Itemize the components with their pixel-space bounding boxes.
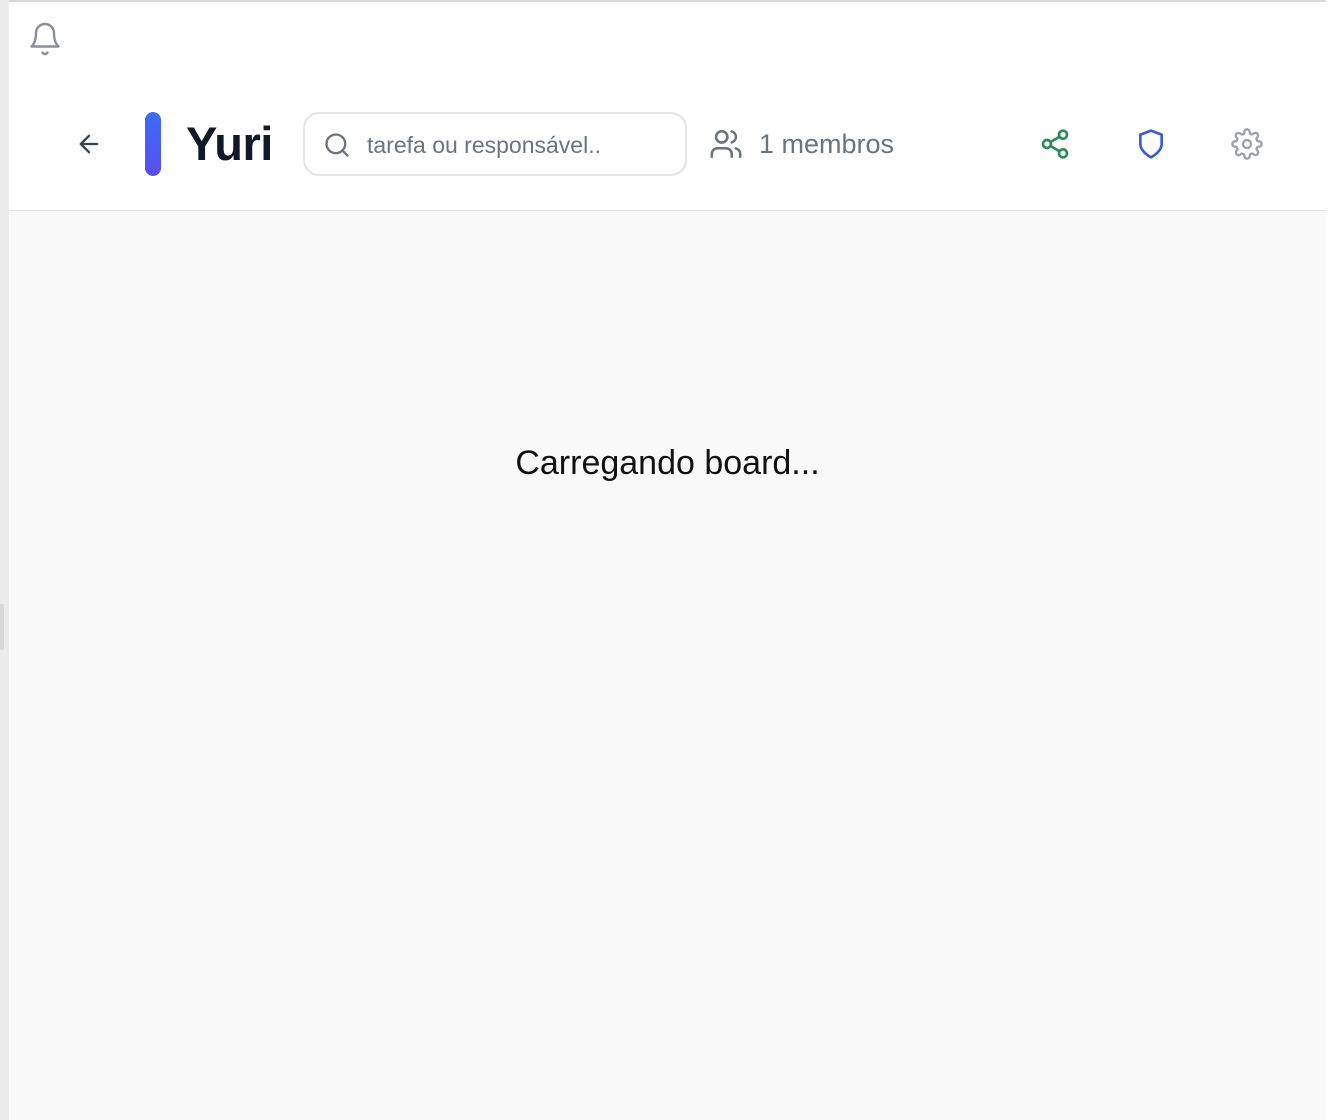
arrow-left-icon — [79, 134, 99, 154]
back-button[interactable] — [69, 124, 109, 164]
left-sidebar-rail — [0, 0, 9, 1120]
sidebar-resize-handle[interactable] — [0, 604, 4, 650]
top-header: Yuri 1 membros — [9, 2, 1326, 211]
permissions-button[interactable] — [1128, 121, 1174, 167]
board-title: Yuri — [186, 117, 273, 170]
bell-icon — [30, 22, 60, 56]
loading-message: Carregando board... — [515, 444, 820, 482]
shield-icon — [1139, 129, 1163, 159]
members-button[interactable]: 1 membros — [709, 112, 894, 176]
members-count-label: 1 membros — [759, 128, 895, 159]
search-icon — [325, 133, 349, 157]
gear-icon — [1231, 128, 1263, 160]
board-color-bar — [145, 112, 161, 176]
search-input[interactable] — [367, 124, 667, 166]
board-header-row: Yuri 1 membros — [9, 110, 1326, 176]
right-gutter — [1326, 0, 1342, 1120]
notifications-button[interactable] — [25, 18, 65, 60]
users-icon — [710, 129, 742, 159]
share-button[interactable] — [1032, 121, 1078, 167]
settings-button[interactable] — [1224, 121, 1270, 167]
board-page: Yuri 1 membros — [9, 0, 1326, 1120]
search-box[interactable] — [303, 112, 687, 176]
share-icon — [1041, 129, 1069, 159]
